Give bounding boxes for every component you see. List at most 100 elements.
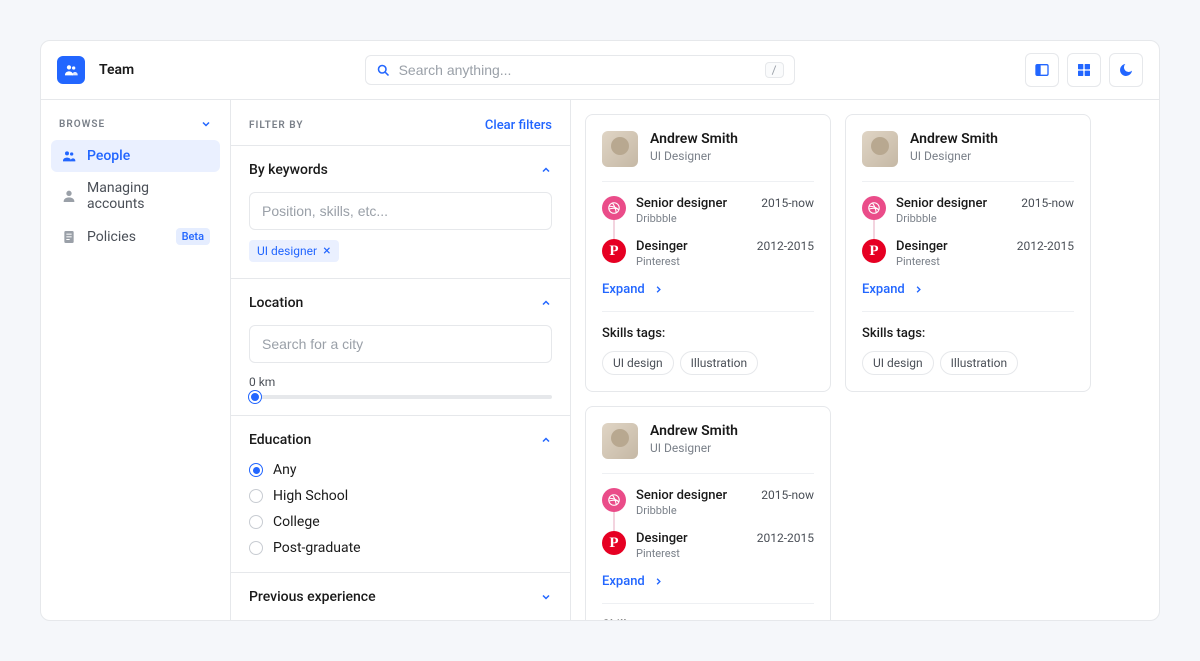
- education-option-label: College: [273, 514, 320, 530]
- header-actions: [1025, 53, 1143, 87]
- filter-location-title: Location: [249, 295, 303, 311]
- radio-icon: [249, 515, 263, 529]
- education-option[interactable]: Any: [249, 462, 552, 478]
- nav-icon: [61, 148, 77, 164]
- experience-title: Desinger: [636, 239, 747, 254]
- chevron-up-icon: [540, 164, 552, 176]
- distance-slider-label: 0 km: [249, 375, 552, 389]
- chevron-down-icon: [540, 591, 552, 603]
- expand-button[interactable]: Expand: [602, 570, 814, 604]
- filter-keywords-header[interactable]: By keywords: [249, 162, 552, 178]
- education-option[interactable]: College: [249, 514, 552, 530]
- panel-toggle-button[interactable]: [1025, 53, 1059, 87]
- experience-title: Senior designer: [636, 488, 751, 503]
- experience-title: Desinger: [896, 239, 1007, 254]
- chevron-right-icon: [653, 576, 664, 587]
- skills-label: Skills tags:: [862, 326, 1074, 341]
- pinterest-icon: P: [602, 239, 626, 263]
- expand-label: Expand: [602, 574, 645, 589]
- slider-thumb[interactable]: [249, 391, 261, 403]
- experience-item: P Desinger Pinterest 2012-2015: [602, 531, 814, 560]
- nav-item-label: Policies: [87, 229, 136, 245]
- theme-toggle-button[interactable]: [1109, 53, 1143, 87]
- experience-title: Desinger: [636, 531, 747, 546]
- pinterest-icon: P: [862, 239, 886, 263]
- search-icon: [376, 63, 391, 78]
- education-option[interactable]: High School: [249, 488, 552, 504]
- chip-remove-icon[interactable]: ×: [323, 244, 330, 258]
- search-box[interactable]: /: [365, 55, 795, 85]
- card-header: Andrew Smith UI Designer: [862, 131, 1074, 182]
- experience-list: Senior designer Dribbble 2015-now P Desi…: [602, 474, 814, 570]
- keyword-chip: UI designer ×: [249, 240, 339, 262]
- experience-item: Senior designer Dribbble 2015-now: [602, 196, 814, 239]
- experience-company: Pinterest: [896, 255, 1007, 268]
- experience-company: Pinterest: [636, 255, 747, 268]
- pinterest-icon: P: [602, 531, 626, 555]
- distance-slider[interactable]: [249, 395, 552, 399]
- filter-experience-title: Previous experience: [249, 589, 376, 605]
- education-option[interactable]: Post-graduate: [249, 540, 552, 556]
- filter-education-section: Education Any High School College Post-g…: [231, 415, 570, 572]
- experience-company: Dribbble: [636, 504, 751, 517]
- timeline-connector: [613, 218, 615, 241]
- expand-button[interactable]: Expand: [862, 278, 1074, 312]
- keywords-input[interactable]: [249, 192, 552, 230]
- experience-list: Senior designer Dribbble 2015-now P Desi…: [602, 182, 814, 278]
- avatar: [602, 423, 638, 459]
- radio-icon: [249, 541, 263, 555]
- experience-item: P Desinger Pinterest 2012-2015: [862, 239, 1074, 268]
- person-card: Andrew Smith UI Designer Senior designer…: [845, 114, 1091, 392]
- sidebar-item-managing-accounts[interactable]: Managing accounts: [51, 172, 220, 220]
- expand-label: Expand: [862, 282, 905, 297]
- expand-label: Expand: [602, 282, 645, 297]
- experience-item: Senior designer Dribbble 2015-now: [862, 196, 1074, 239]
- search-input[interactable]: [399, 62, 757, 78]
- experience-dates: 2015-now: [1021, 196, 1074, 210]
- experience-company: Pinterest: [636, 547, 747, 560]
- dribbble-icon: [602, 488, 626, 512]
- expand-button[interactable]: Expand: [602, 278, 814, 312]
- experience-item: P Desinger Pinterest 2012-2015: [602, 239, 814, 268]
- experience-title: Senior designer: [896, 196, 1011, 211]
- app-logo: [57, 56, 85, 84]
- person-name: Andrew Smith: [650, 423, 738, 439]
- app-window: Team / BROWSE: [40, 40, 1160, 621]
- results-grid: Andrew Smith UI Designer Senior designer…: [571, 100, 1159, 620]
- sidebar-item-people[interactable]: People: [51, 140, 220, 172]
- dribbble-icon: [602, 196, 626, 220]
- card-header: Andrew Smith UI Designer: [602, 131, 814, 182]
- education-option-label: Post-graduate: [273, 540, 361, 556]
- chevron-right-icon: [913, 284, 924, 295]
- avatar: [602, 131, 638, 167]
- skills-label: Skills tags:: [602, 326, 814, 341]
- card-header: Andrew Smith UI Designer: [602, 423, 814, 474]
- skill-tag[interactable]: UI design: [862, 351, 934, 375]
- avatar: [862, 131, 898, 167]
- header: Team /: [41, 41, 1159, 100]
- grid-view-button[interactable]: [1067, 53, 1101, 87]
- skill-tag[interactable]: UI design: [602, 351, 674, 375]
- beta-badge: Beta: [176, 228, 210, 245]
- filter-experience-header[interactable]: Previous experience: [249, 589, 552, 605]
- skill-tag[interactable]: Illustration: [940, 351, 1019, 375]
- chevron-up-icon: [540, 297, 552, 309]
- location-input[interactable]: [249, 325, 552, 363]
- filter-education-title: Education: [249, 432, 311, 448]
- clear-filters-link[interactable]: Clear filters: [485, 118, 552, 133]
- experience-company: Dribbble: [636, 212, 751, 225]
- person-card: Andrew Smith UI Designer Senior designer…: [585, 114, 831, 392]
- skill-tag[interactable]: Illustration: [680, 351, 759, 375]
- nav-item-label: Managing accounts: [87, 180, 210, 212]
- radio-icon: [249, 489, 263, 503]
- filter-location-header[interactable]: Location: [249, 295, 552, 311]
- chevron-right-icon: [653, 284, 664, 295]
- filter-education-header[interactable]: Education: [249, 432, 552, 448]
- person-role: UI Designer: [650, 441, 738, 455]
- chevron-down-icon[interactable]: [200, 118, 212, 130]
- keyword-chip-label: UI designer: [257, 244, 317, 258]
- person-name: Andrew Smith: [910, 131, 998, 147]
- filter-panel: FILTER BY Clear filters By keywords UI d…: [231, 100, 571, 620]
- experience-dates: 2012-2015: [757, 531, 814, 545]
- sidebar-item-policies[interactable]: Policies Beta: [51, 220, 220, 253]
